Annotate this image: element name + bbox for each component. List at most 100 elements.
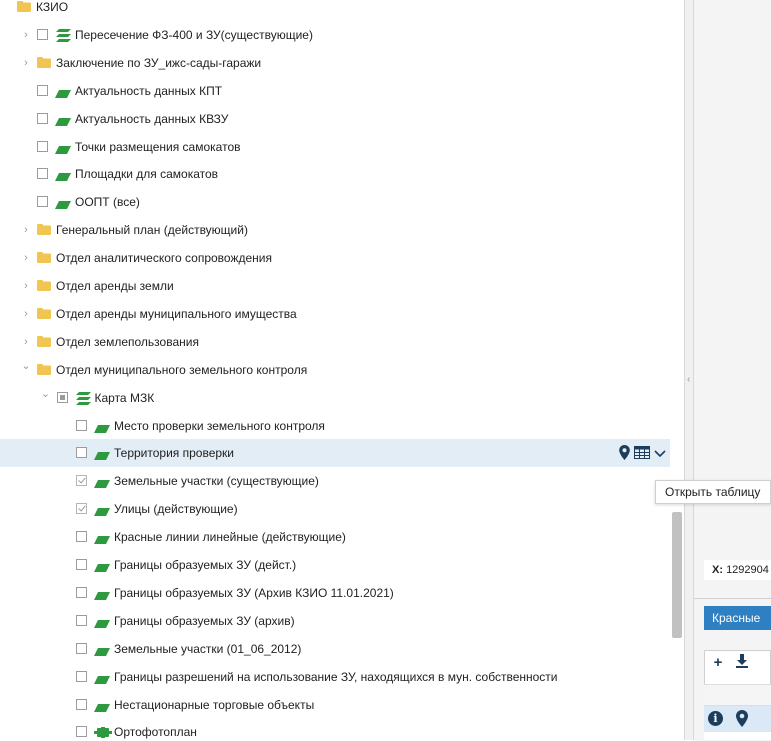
tooltip: Открыть таблицу — [655, 480, 771, 504]
layer-checkbox[interactable] — [56, 391, 68, 403]
chevron-right-icon[interactable]: › — [21, 281, 31, 292]
layer-checkbox[interactable] — [37, 28, 48, 40]
folder-icon — [17, 1, 31, 12]
tree-item-label: Красные линии линейные (действующие) — [114, 530, 346, 545]
layer-icon — [94, 673, 110, 685]
layer-checkbox[interactable] — [76, 531, 87, 543]
tree-layer-row[interactable]: Площадки для самокатов — [0, 160, 684, 188]
tree-layer-row[interactable]: Ортофотоплан — [0, 718, 684, 740]
tree-layer-row[interactable]: Место проверки земельного контроля — [0, 412, 684, 440]
tree-folder-row[interactable]: › Генеральный план (действующий) — [0, 216, 684, 244]
add-icon[interactable]: + — [708, 653, 728, 673]
table-row[interactable]: i — [704, 706, 771, 732]
tree-item-label: Актуальность данных КПТ — [75, 83, 223, 98]
folder-icon — [37, 335, 51, 347]
chevron-right-icon[interactable]: › — [21, 57, 31, 68]
layer-icon — [94, 617, 110, 629]
tree-folder-row[interactable]: › Отдел аренды земли — [0, 272, 684, 300]
layer-icon — [94, 505, 110, 517]
tree-folder-row[interactable]: ⌄ Отдел муниципального земельного контрол… — [0, 356, 684, 384]
layer-icon — [55, 143, 71, 155]
tree-layer-row[interactable]: ООПТ (все) — [0, 188, 684, 216]
table-row[interactable] — [704, 732, 771, 740]
x-value: 1292904 — [726, 564, 769, 576]
tree-layer-row[interactable]: Территория проверки — [0, 439, 684, 468]
chevron-right-icon[interactable]: › — [21, 308, 31, 319]
tree-layer-row[interactable]: Улицы (действующие) — [0, 495, 684, 523]
tree-item-label: Генеральный план (действующий) — [56, 223, 248, 238]
layer-checkbox[interactable] — [37, 196, 48, 208]
chevron-down-icon[interactable]: ⌄ — [41, 388, 51, 399]
info-icon[interactable]: i — [708, 711, 723, 726]
tree-scrollbar-thumb[interactable] — [672, 512, 682, 638]
tree-layer-row[interactable]: Земельные участки (01_06_2012) — [0, 635, 684, 663]
tree-layer-row[interactable]: Актуальность данных КПТ — [0, 77, 684, 105]
layer-checkbox[interactable] — [76, 614, 87, 626]
layer-checkbox[interactable] — [37, 84, 48, 96]
tree-item-label: Отдел аналитического сопровождения — [56, 251, 272, 266]
tree-folder-row[interactable]: › Отдел аналитического сопровождения — [0, 244, 684, 272]
chevron-right-icon[interactable]: › — [21, 253, 31, 264]
layer-checkbox[interactable] — [76, 559, 87, 570]
tree-layer-row[interactable]: Точки размещения самокатов — [0, 133, 684, 161]
layer-checkbox[interactable] — [76, 586, 87, 598]
table-header — [704, 684, 771, 706]
layer-checkbox[interactable] — [76, 670, 87, 682]
layer-icon — [94, 589, 110, 601]
layer-checkbox[interactable] — [76, 475, 87, 487]
chevron-right-icon[interactable]: › — [21, 336, 31, 347]
chevron-down-icon[interactable]: ⌄ — [21, 360, 31, 371]
layer-checkbox[interactable] — [76, 503, 87, 515]
map-pin-icon[interactable] — [619, 445, 630, 463]
layer-icon — [94, 533, 110, 545]
chevron-right-icon[interactable]: › — [21, 29, 31, 40]
folder-icon — [37, 307, 51, 319]
tree-folder-row[interactable]: › Отдел аренды муниципального имущества — [0, 300, 684, 328]
layer-icon — [94, 477, 110, 489]
layer-checkbox[interactable] — [37, 168, 48, 180]
tree-layer-row[interactable]: Границы образуемых ЗУ (архив) — [0, 607, 684, 635]
layer-checkbox[interactable] — [76, 726, 87, 738]
map-view[interactable] — [694, 0, 771, 598]
tree-item-label: Территория проверки — [114, 446, 235, 461]
tree-layer-row[interactable]: Границы образуемых ЗУ (дейст.) — [0, 551, 684, 579]
layer-icon — [55, 170, 71, 182]
layer-checkbox[interactable] — [37, 140, 48, 152]
layer-checkbox[interactable] — [37, 112, 48, 124]
tree-layer-row[interactable]: Нестационарные торговые объекты — [0, 691, 684, 719]
download-icon[interactable] — [732, 653, 752, 673]
chevron-down-icon[interactable] — [654, 447, 666, 461]
layer-icon — [94, 449, 110, 461]
tree-layer-row[interactable]: › Пересечение ФЗ-400 и ЗУ(существующие) — [0, 21, 684, 49]
tree-layer-row[interactable]: Границы разрешений на использование ЗУ, … — [0, 663, 684, 691]
table-icon[interactable] — [634, 446, 650, 462]
layer-checkbox[interactable] — [76, 419, 87, 431]
folder-icon — [37, 224, 51, 236]
tree-item-label: Границы образуемых ЗУ (архив) — [114, 613, 295, 628]
tree-folder-row[interactable]: › Отдел землепользования — [0, 328, 684, 356]
tree-layer-row[interactable]: ⌄ Карта МЗК — [0, 384, 684, 412]
tree-layer-row[interactable]: Красные линии линейные (действующие) — [0, 523, 684, 551]
layer-icon — [94, 645, 110, 657]
tree-folder-row[interactable]: › Заключение по ЗУ_ижс-сады-гаражи — [0, 49, 684, 77]
tree-folder-row[interactable]: КЗИО — [0, 0, 684, 21]
tab-krasnye[interactable]: Красные — [704, 606, 771, 630]
tree-item-label: Границы образуемых ЗУ (дейст.) — [114, 558, 297, 572]
tree-layer-row[interactable]: Актуальность данных КВЗУ — [0, 105, 684, 133]
tree-layer-row[interactable]: Земельные участки (существующие) — [0, 467, 684, 495]
tree-item-label: Место проверки земельного контроля — [114, 418, 325, 433]
chevron-right-icon[interactable]: › — [21, 225, 31, 236]
map-pin-icon[interactable] — [736, 710, 748, 727]
layer-checkbox[interactable] — [76, 447, 87, 459]
folder-icon — [37, 252, 51, 264]
layer-icon — [94, 701, 110, 713]
layer-icon — [55, 198, 71, 210]
layer-checkbox[interactable] — [76, 642, 87, 654]
tree-item-label: ООПТ (все) — [75, 195, 140, 210]
layer-checkbox[interactable] — [76, 698, 87, 710]
tree-layer-row[interactable]: Границы образуемых ЗУ (Архив КЗИО 11.01.… — [0, 579, 684, 607]
raster-layer-icon — [94, 727, 112, 739]
tree-item-label: Отдел муниципального земельного контроля — [56, 362, 308, 377]
tree-item-label: КЗИО — [36, 0, 69, 14]
splitter-handle-icon[interactable]: ‹ — [687, 368, 691, 392]
